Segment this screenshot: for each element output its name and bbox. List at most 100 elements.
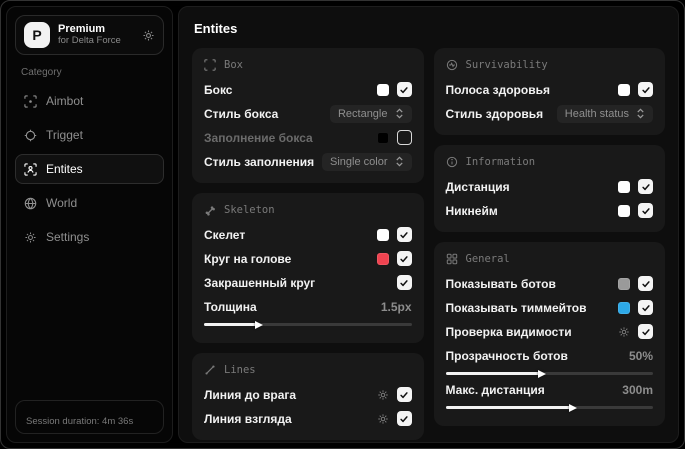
setting-row: Макс. дистанция 300m	[446, 380, 654, 399]
box-style-dropdown[interactable]: Rectangle	[329, 104, 412, 123]
lines-icon	[204, 364, 216, 376]
section-header: Lines	[204, 364, 412, 376]
sidebar-item-label: Trigget	[46, 128, 83, 142]
color-swatch[interactable]	[376, 83, 389, 96]
category-label: Category	[21, 67, 62, 78]
setting-label: Показывать ботов	[445, 276, 556, 291]
setting-row: Стиль здоровья Health status	[446, 104, 653, 123]
setting-label: Макс. дистанция	[445, 382, 545, 397]
brand-card: P Premium for Delta Force	[15, 15, 164, 55]
checkbox[interactable]	[638, 324, 653, 339]
setting-row: Показывать ботов	[445, 274, 653, 293]
section-title: Lines	[224, 364, 256, 376]
information-card: Information Дистанция Никнейм	[433, 145, 665, 232]
session-duration-label: Session duration: 4m 36s	[26, 416, 134, 427]
dropdown-value: Rectangle	[337, 107, 388, 120]
setting-row: Стиль бокса Rectangle	[204, 104, 412, 123]
checkbox[interactable]	[638, 203, 653, 218]
right-column: Survivability Полоса здоровья Стиль здор…	[433, 48, 665, 426]
checkbox[interactable]	[638, 276, 653, 291]
section-title: Survivability	[465, 59, 548, 71]
setting-label: Заполнение бокса	[204, 130, 313, 145]
grid-icon	[446, 253, 458, 265]
chevron-up-down-icon	[395, 156, 403, 167]
checkbox[interactable]	[638, 300, 653, 315]
checkbox[interactable]	[396, 227, 412, 242]
setting-label: Полоса здоровья	[445, 82, 550, 97]
bot-opacity-slider[interactable]	[445, 369, 653, 378]
slider-thumb[interactable]	[537, 369, 546, 378]
color-swatch[interactable]	[618, 277, 630, 290]
setting-row: Показывать тиммейтов	[445, 298, 653, 317]
sidebar-item-label: World	[46, 196, 78, 210]
section-header: General	[446, 253, 654, 265]
gear-icon[interactable]	[142, 29, 155, 42]
setting-row: Прозрачность ботов 50%	[446, 346, 654, 365]
fill-style-dropdown[interactable]: Single color	[322, 152, 412, 171]
chevron-up-down-icon	[395, 108, 403, 119]
section-title: Skeleton	[224, 204, 275, 216]
survivability-card: Survivability Полоса здоровья Стиль здор…	[433, 48, 665, 135]
color-swatch[interactable]	[618, 83, 630, 96]
aimbot-icon	[24, 94, 37, 108]
setting-label: Стиль заполнения	[204, 154, 315, 169]
dropdown-value: Health status	[564, 107, 629, 120]
box-card: Box Бокс Стиль бокса Rectangle Заполнени…	[192, 48, 424, 183]
setting-row: Стиль заполнения Single color	[204, 152, 412, 171]
skeleton-card: Skeleton Скелет Круг на голове Закрашенн…	[192, 193, 424, 343]
checkbox[interactable]	[396, 275, 412, 290]
checkbox[interactable]	[638, 82, 653, 97]
slider-thumb[interactable]	[254, 320, 263, 329]
survivability-icon	[446, 59, 458, 71]
line-settings-gear-icon[interactable]	[377, 389, 389, 401]
line-settings-gear-icon[interactable]	[377, 413, 389, 425]
setting-label: Бокс	[204, 82, 233, 97]
checkbox[interactable]	[396, 411, 412, 426]
setting-row: Скелет	[204, 225, 412, 244]
setting-label: Проверка видимости	[445, 324, 572, 339]
setting-row: Линия до врага	[204, 385, 412, 404]
sidebar-item-world[interactable]: World	[15, 188, 164, 218]
sidebar-nav: Aimbot Trigget Entites World Settings	[15, 82, 164, 252]
max-distance-slider[interactable]	[445, 403, 653, 412]
slider-value: 50%	[628, 348, 653, 363]
section-header: Skeleton	[204, 204, 412, 216]
setting-row: Дистанция	[446, 177, 653, 196]
setting-label: Показывать тиммейтов	[445, 300, 587, 315]
color-swatch[interactable]	[376, 228, 389, 241]
setting-row: Бокс	[204, 80, 412, 99]
setting-label: Закрашенный круг	[204, 275, 316, 290]
health-style-dropdown[interactable]: Health status	[556, 104, 653, 123]
sidebar-item-label: Aimbot	[46, 94, 84, 108]
color-swatch[interactable]	[618, 180, 630, 193]
sidebar-item-settings[interactable]: Settings	[15, 222, 164, 252]
checkbox[interactable]	[396, 251, 412, 266]
page-title: Entites	[194, 21, 238, 36]
visibility-check-gear-icon[interactable]	[618, 326, 630, 338]
checkbox[interactable]	[638, 179, 653, 194]
color-swatch[interactable]	[618, 301, 630, 314]
general-card: General Показывать ботов Показывать тимм…	[433, 242, 665, 426]
thickness-slider[interactable]	[204, 320, 412, 329]
sidebar-item-aimbot[interactable]: Aimbot	[15, 86, 164, 116]
setting-row: Заполнение бокса	[204, 128, 412, 147]
sidebar-item-entites[interactable]: Entites	[15, 154, 164, 184]
setting-label: Стиль бокса	[204, 106, 279, 121]
setting-row: Проверка видимости	[445, 322, 653, 341]
sidebar-item-label: Entites	[46, 162, 83, 176]
setting-label: Круг на голове	[204, 251, 292, 266]
color-swatch[interactable]	[376, 131, 389, 144]
brand-subtitle: for Delta Force	[58, 34, 121, 46]
color-swatch[interactable]	[376, 252, 389, 265]
color-swatch[interactable]	[618, 204, 630, 217]
left-column: Box Бокс Стиль бокса Rectangle Заполнени…	[192, 48, 424, 440]
checkbox[interactable]	[396, 387, 412, 402]
checkbox[interactable]	[396, 130, 412, 145]
checkbox[interactable]	[396, 82, 412, 97]
sidebar-item-trigget[interactable]: Trigget	[15, 120, 164, 150]
settings-icon	[24, 231, 37, 244]
main-panel: Entites Box Бокс Стиль бокса Rectangle З…	[178, 6, 679, 443]
setting-label: Скелет	[204, 227, 246, 242]
setting-row: Никнейм	[446, 201, 653, 220]
slider-thumb[interactable]	[569, 403, 577, 412]
